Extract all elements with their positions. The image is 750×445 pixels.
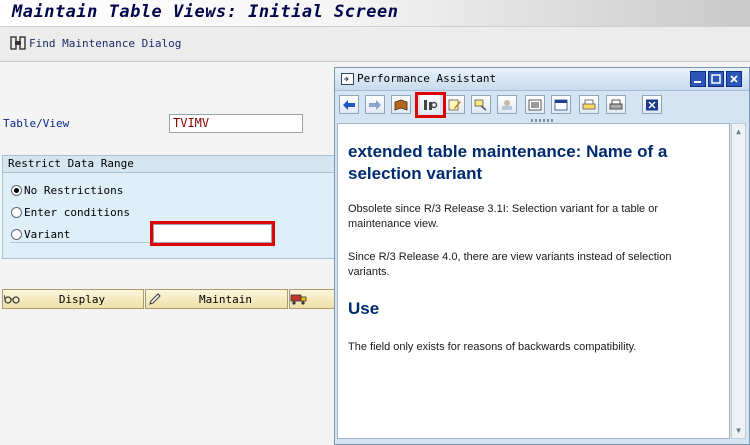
radio-no-restrictions[interactable]: No Restrictions (11, 184, 123, 197)
restrict-data-range-header: Restrict Data Range (3, 156, 335, 173)
application-toolbar: Find Maintenance Dialog (0, 26, 750, 62)
screen-title: Maintain Table Views: Initial Screen (12, 2, 399, 22)
radio-enter-conditions[interactable]: Enter conditions (11, 206, 130, 219)
printer-icon (609, 99, 623, 109)
display-button[interactable]: Display (2, 289, 144, 309)
truck-icon (290, 293, 308, 305)
glossary-icon (528, 99, 542, 110)
technical-info-highlight (415, 92, 446, 118)
edit-note-button[interactable] (445, 95, 465, 114)
vertical-scrollbar[interactable]: ▲ ▼ (731, 123, 746, 439)
close-assistant-button[interactable] (642, 95, 662, 114)
cancel-icon (646, 99, 658, 110)
print-button[interactable] (606, 95, 626, 114)
edit-note-icon (448, 99, 461, 110)
keyword-search-button[interactable] (471, 95, 491, 114)
radio-variant[interactable]: Variant (11, 228, 70, 241)
variant-underline (10, 242, 150, 243)
find-maintenance-dialog-button[interactable]: Find Maintenance Dialog (10, 36, 181, 50)
table-view-label: Table/View (3, 117, 70, 130)
help-heading: extended table maintenance: Name of a se… (348, 142, 668, 183)
find-maintenance-dialog-label: Find Maintenance Dialog (29, 36, 182, 50)
print-preview-icon (582, 99, 596, 109)
book-icon (394, 99, 408, 111)
radio-no-restrictions-indicator[interactable] (11, 185, 22, 196)
resize-grip[interactable] (531, 119, 553, 122)
display-button-label: Display (58, 292, 106, 306)
keyword-icon (474, 99, 487, 111)
find-dialog-icon (10, 36, 26, 50)
radio-variant-label: Variant (24, 228, 71, 241)
arrow-right-icon (369, 99, 381, 110)
glossary-button[interactable] (525, 95, 545, 114)
forward-button[interactable] (365, 95, 385, 114)
help-window-icon (341, 73, 354, 88)
screen-title-bar: Maintain Table Views: Initial Screen (0, 0, 750, 26)
window-icon (554, 99, 568, 110)
performance-assistant-title: Performance Assistant (357, 72, 497, 85)
display-in-window-button[interactable] (551, 95, 571, 114)
performance-assistant-window: Performance Assistant extended table mai… (334, 67, 750, 445)
scroll-up-icon[interactable]: ▲ (734, 127, 743, 136)
glasses-icon (3, 294, 21, 304)
pencil-icon (146, 292, 164, 306)
performance-assistant-toolbar (335, 91, 749, 119)
use-heading: Use (348, 299, 380, 318)
user-button[interactable] (497, 95, 517, 114)
maximize-button[interactable] (708, 71, 724, 87)
radio-enter-conditions-indicator[interactable] (11, 207, 22, 218)
radio-no-restrictions-label: No Restrictions (24, 184, 124, 197)
print-preview-button[interactable] (579, 95, 599, 114)
application-help-button[interactable] (391, 95, 411, 114)
performance-assistant-titlebar[interactable]: Performance Assistant (335, 68, 749, 91)
maximize-icon (711, 74, 721, 84)
help-content-area: extended table maintenance: Name of a se… (337, 123, 730, 439)
help-paragraph-compatibility: The field only exists for reasons of bac… (348, 341, 637, 353)
help-paragraph-obsolete: Obsolete since R/3 Release 3.1I: Selecti… (348, 203, 659, 230)
minimize-icon (694, 81, 701, 83)
user-icon (502, 99, 512, 110)
close-button[interactable] (726, 71, 742, 87)
scroll-down-icon[interactable]: ▼ (734, 426, 743, 435)
variant-input-highlight (150, 221, 275, 246)
maintain-button-label: Maintain (199, 292, 252, 306)
help-paragraph-since-release: Since R/3 Release 4.0, there are view va… (348, 251, 672, 278)
minimize-button[interactable] (690, 71, 706, 87)
back-button[interactable] (339, 95, 359, 114)
close-icon (730, 75, 738, 83)
transport-button[interactable] (289, 289, 335, 309)
arrow-left-icon (343, 99, 355, 110)
radio-enter-conditions-label: Enter conditions (24, 206, 130, 219)
maintain-button[interactable]: Maintain (145, 289, 288, 309)
radio-variant-indicator[interactable] (11, 229, 22, 240)
table-view-input[interactable]: TVIMV (169, 114, 303, 133)
